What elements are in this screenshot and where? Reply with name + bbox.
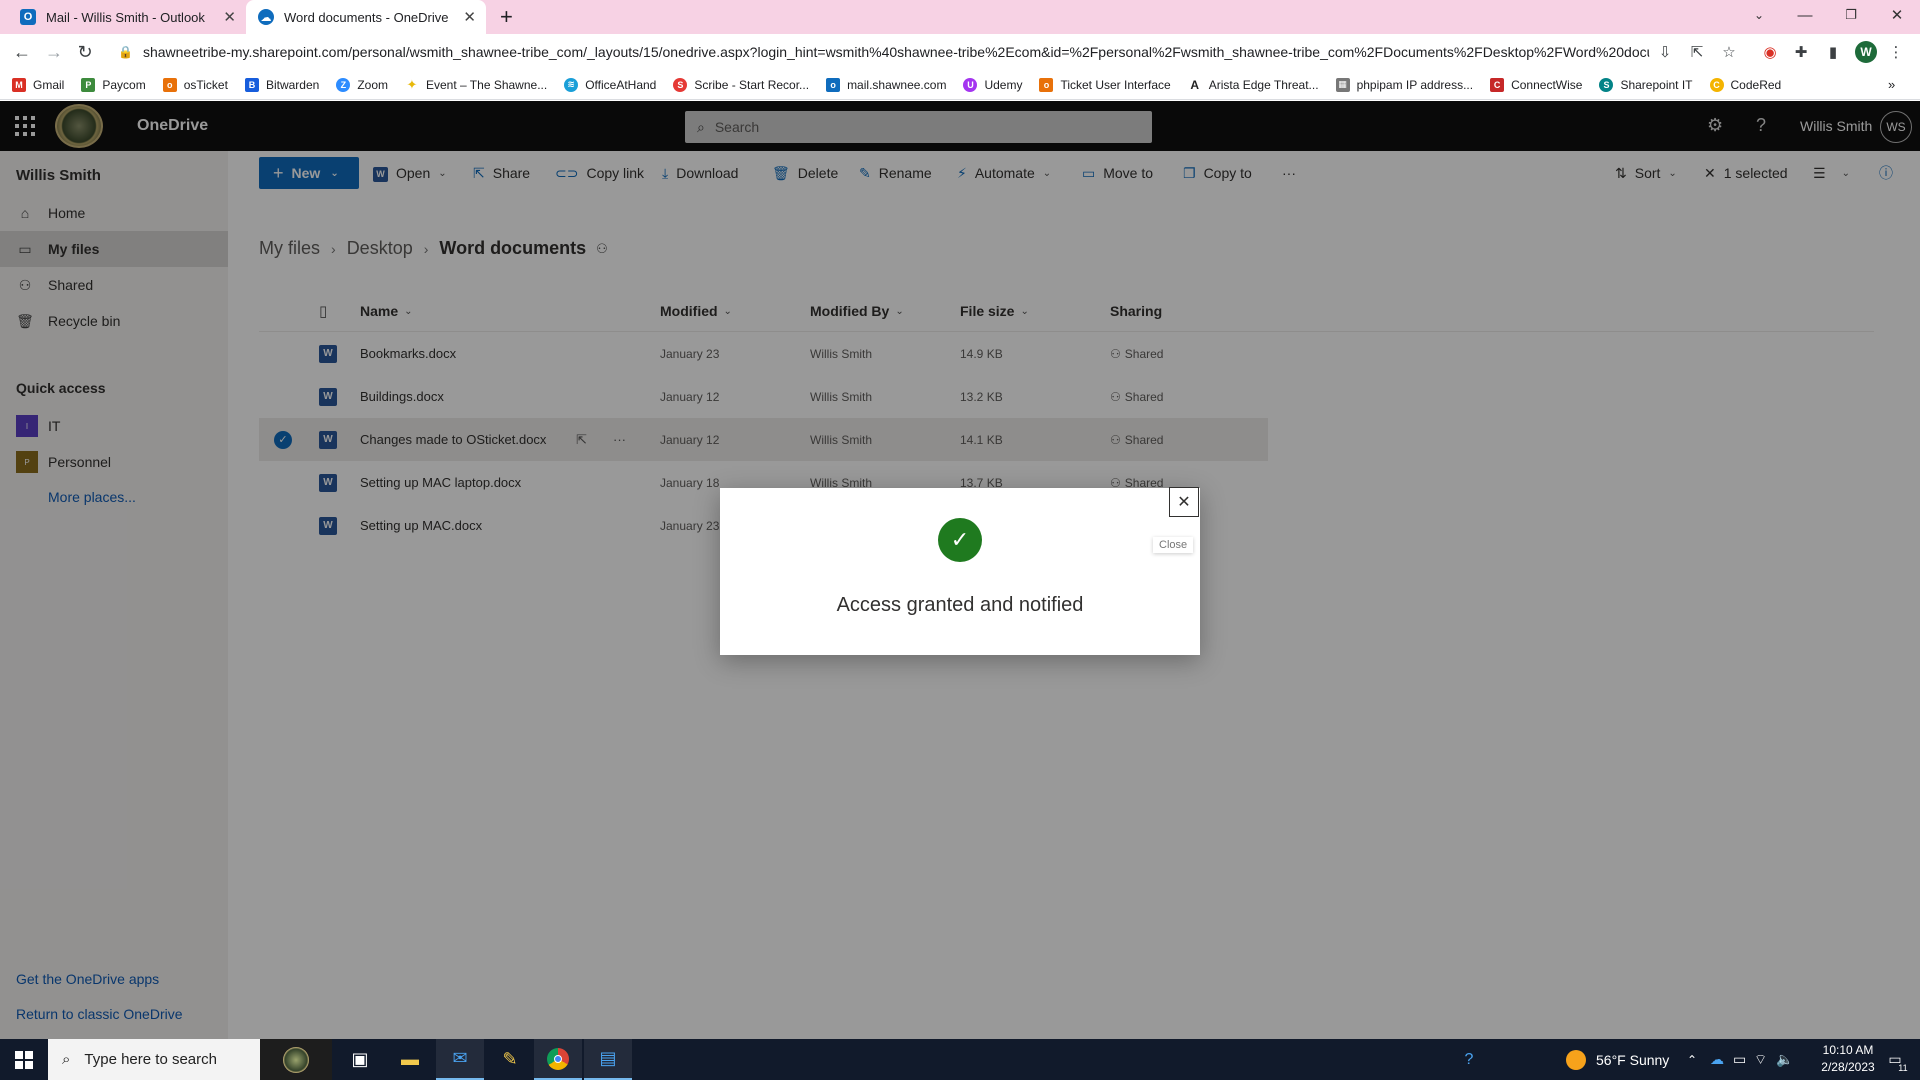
profile-avatar[interactable]: W [1855,41,1877,63]
codered-icon: C [1709,77,1724,92]
bookmark-item[interactable]: C CodeRed [1709,77,1781,92]
bookmark-item[interactable]: o Ticket User Interface [1039,77,1171,92]
clock-date: 2/28/2023 [1821,1060,1875,1074]
close-tooltip: Close [1153,537,1194,553]
url-text: shawneetribe-my.sharepoint.com/personal/… [142,44,1650,60]
onedrive-icon: ☁ [258,9,274,25]
browser-tab-onedrive[interactable]: ☁ Word documents - OneDrive ✕ [246,0,486,34]
officeathand-icon: ≋ [564,77,579,92]
sharepoint-icon: S [1599,77,1614,92]
tab-title: Word documents - OneDrive [284,9,449,25]
bookmark-item[interactable]: o mail.shawnee.com [826,77,946,92]
bookmark-item[interactable]: C ConnectWise [1490,77,1582,92]
scribe-icon: S [673,77,688,92]
bookmark-item[interactable]: ≋ OfficeAtHand [564,77,656,92]
task-view-icon[interactable]: ▣ [336,1039,384,1080]
show-hidden-icons[interactable]: ⌃ [1687,1039,1697,1080]
windows-taskbar: ⌕ Type here to search ▣ ▬ ✉ ✎ ▤ ? 56°F S… [0,1039,1920,1080]
chrome-taskbar-icon[interactable] [534,1039,582,1080]
seal-icon [283,1046,309,1073]
bookmark-star-icon[interactable]: ☆ [1719,42,1739,62]
search-icon: ⌕ [62,1051,71,1068]
udemy-icon: U [963,77,978,92]
bookmark-item[interactable]: A Arista Edge Threat... [1188,77,1318,92]
arista-icon: A [1190,77,1200,92]
bookmark-item[interactable]: ▦ phpipam IP address... [1335,77,1473,92]
notification-count: 11 [1898,1063,1908,1073]
close-tab-icon[interactable]: ✕ [463,8,476,26]
share-page-icon[interactable]: ⇱ [1687,42,1707,62]
browser-tab-strip: O Mail - Willis Smith - Outlook ✕ ☁ Word… [0,0,1920,34]
close-tab-icon[interactable]: ✕ [223,8,236,26]
forward-arrow-icon[interactable]: → [42,40,66,64]
outlook-icon: O [20,9,36,25]
bookmark-item[interactable]: M Gmail [12,77,64,92]
sun-icon [1566,1049,1586,1070]
wifi-icon[interactable]: ⌔ [1754,1039,1767,1080]
install-app-icon[interactable]: ⇩ [1655,42,1675,62]
clock-time: 10:10 AM [1822,1043,1874,1057]
close-window-button[interactable]: ✕ [1874,0,1920,30]
gmail-icon: M [12,77,26,92]
start-button[interactable] [0,1039,48,1080]
bookmark-item[interactable]: S Sharepoint IT [1599,77,1693,92]
bookmark-item[interactable]: P Paycom [81,77,146,92]
help-tray-icon[interactable]: ? [1455,1039,1483,1080]
bookmark-item[interactable]: U Udemy [963,77,1022,92]
osticket-icon: o [162,77,177,92]
taskbar-search-input[interactable]: ⌕ Type here to search [48,1039,260,1080]
tab-search-icon[interactable]: ⌄ [1736,0,1782,30]
outlook-mail-icon: o [826,77,841,92]
dialog-close-button[interactable]: ✕ [1169,487,1199,517]
back-arrow-icon[interactable]: ← [10,40,34,64]
volume-icon[interactable]: 🔈 [1776,1039,1793,1080]
bookmark-item[interactable]: ✦ Event – The Shawne... [405,76,548,92]
onedrive-tray-icon[interactable]: ☁ [1710,1039,1724,1080]
restore-button[interactable]: ❐ [1828,0,1874,30]
minimize-button[interactable]: — [1782,0,1828,30]
bookmarks-overflow-icon[interactable]: » [1888,77,1895,92]
browser-tab-outlook[interactable]: O Mail - Willis Smith - Outlook ✕ [8,0,246,34]
tab-title: Mail - Willis Smith - Outlook [46,9,205,25]
side-panel-icon[interactable]: ▮ [1823,42,1843,62]
extensions-puzzle-icon[interactable]: ✚ [1791,42,1811,62]
ticket-icon: o [1039,77,1054,92]
bookmark-item[interactable]: o osTicket [162,77,228,92]
search-highlight-image[interactable] [260,1039,332,1080]
event-star-icon: ✦ [406,76,418,92]
taskbar-search-placeholder: Type here to search [84,1051,217,1068]
connectwise-icon: C [1490,77,1505,92]
bookmark-item[interactable]: B Bitwarden [244,77,319,92]
system-clock[interactable]: 10:10 AM 2/28/2023 [1808,1042,1888,1076]
app-window-icon[interactable]: ▤ [584,1039,632,1080]
notification-center-icon[interactable]: ▭ 11 [1880,1039,1910,1080]
close-icon: ✕ [1177,494,1191,511]
reload-icon[interactable]: ↻ [73,40,97,64]
browser-toolbar: ← → ↻ 🔒 shawneetribe-my.sharepoint.com/p… [0,34,1920,70]
weather-widget[interactable]: 56°F Sunny [1566,1039,1669,1080]
windows-logo-icon [15,1050,33,1069]
outlook-taskbar-icon[interactable]: ✉ [436,1039,484,1080]
bookmarks-bar: M Gmail P Paycom o osTicket B Bitwarden Z Zoo… [0,70,1920,100]
confirmation-dialog: ✓ Access granted and notified ✕ Close [720,487,1200,655]
new-tab-button[interactable]: + [492,0,526,34]
bitwarden-icon: B [244,77,259,92]
bookmark-item[interactable]: Z Zoom [336,77,388,92]
bookmark-item[interactable]: S Scribe - Start Recor... [673,77,809,92]
address-bar[interactable]: 🔒 shawneetribe-my.sharepoint.com/persona… [108,38,1650,66]
extension-badge-icon[interactable]: ◉ [1760,42,1780,62]
dialog-message: Access granted and notified [836,594,1084,616]
paycom-icon: P [81,77,96,92]
phpipam-icon: ▦ [1335,77,1350,92]
network-tray-icon[interactable]: ▭ [1733,1039,1746,1080]
lock-icon: 🔒 [118,45,133,59]
zoom-icon: Z [336,77,351,92]
browser-menu-icon[interactable]: ⋮ [1886,42,1906,62]
sticky-notes-icon[interactable]: ✎ [486,1039,534,1080]
success-check-icon: ✓ [938,518,982,562]
file-explorer-icon[interactable]: ▬ [386,1039,434,1080]
